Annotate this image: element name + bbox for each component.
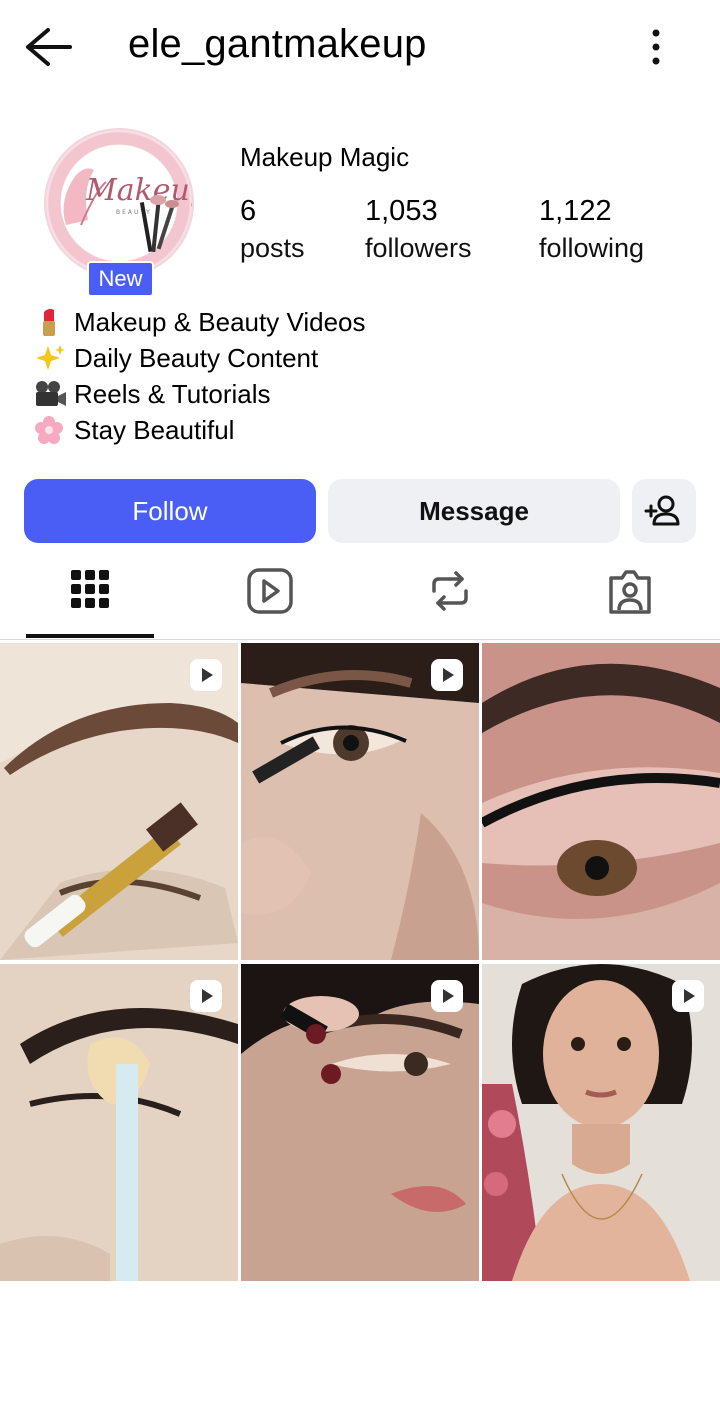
post-thumbnail[interactable] — [482, 964, 720, 1281]
bio-line-text: Daily Beauty Content — [74, 342, 319, 373]
bio-line: Makeup & Beauty Videos — [32, 304, 365, 340]
post-thumbnail[interactable] — [482, 643, 720, 960]
stat-following-label: following — [539, 233, 645, 263]
top-bar: ele_gantmakeup — [0, 0, 720, 96]
post-thumbnail[interactable] — [241, 643, 479, 960]
tab-tagged[interactable] — [600, 564, 660, 624]
bio-line: Reels & Tutorials — [32, 376, 365, 412]
bio: Makeup & Beauty Videos Daily Beauty Cont… — [32, 304, 365, 448]
divider — [0, 639, 720, 640]
add-user-button[interactable] — [632, 479, 696, 543]
more-options-icon[interactable] — [638, 24, 674, 70]
stat-followers-value: 1,053 — [365, 195, 438, 227]
reels-icon — [247, 568, 293, 614]
tab-grid[interactable] — [60, 564, 120, 624]
post-thumbnail[interactable] — [0, 964, 238, 1281]
bio-line-text: Reels & Tutorials — [74, 378, 271, 409]
svg-text:BEAUTY: BEAUTY — [116, 209, 152, 216]
reel-icon — [672, 980, 704, 1012]
stat-posts[interactable]: 6 posts — [240, 194, 305, 268]
sparkles-icon — [32, 343, 72, 373]
stat-followers-label: followers — [365, 233, 472, 263]
post-thumbnail[interactable] — [0, 643, 238, 960]
add-user-icon — [644, 495, 680, 526]
grid-icon — [71, 570, 109, 608]
cherry-blossom-icon — [32, 415, 72, 445]
lipstick-icon — [32, 307, 72, 337]
bio-line-text: Makeup & Beauty Videos — [74, 306, 366, 337]
reel-icon — [431, 980, 463, 1012]
active-tab-indicator — [26, 634, 154, 638]
reel-icon — [431, 659, 463, 691]
profile-username: ele_gantmakeup — [128, 22, 427, 66]
stat-following-value: 1,122 — [539, 195, 612, 227]
new-badge: New — [87, 261, 154, 297]
profile-tabs — [0, 550, 720, 640]
bio-line: Daily Beauty Content — [32, 340, 365, 376]
tab-reels[interactable] — [240, 564, 300, 624]
bio-line-text: Stay Beautiful — [74, 414, 235, 445]
back-arrow-icon[interactable] — [22, 24, 74, 70]
display-name: Makeup Magic — [240, 142, 410, 172]
tagged-user-icon — [609, 570, 651, 614]
follow-button[interactable]: Follow — [24, 479, 316, 543]
stat-following[interactable]: 1,122 following — [539, 194, 644, 268]
movie-camera-icon — [32, 379, 72, 409]
tab-reposts[interactable] — [420, 564, 480, 624]
message-button[interactable]: Message — [328, 479, 620, 543]
avatar-logo: Makeup BEAUTY — [44, 128, 194, 278]
bio-line: Stay Beautiful — [32, 412, 365, 448]
reel-icon — [190, 659, 222, 691]
stat-posts-value: 6 — [240, 195, 257, 227]
post-thumbnail[interactable] — [241, 964, 479, 1281]
stat-posts-label: posts — [240, 233, 305, 263]
reel-icon — [190, 980, 222, 1012]
repost-icon — [432, 571, 468, 611]
avatar[interactable]: Makeup BEAUTY — [44, 128, 196, 280]
stat-followers[interactable]: 1,053 followers — [365, 194, 472, 268]
